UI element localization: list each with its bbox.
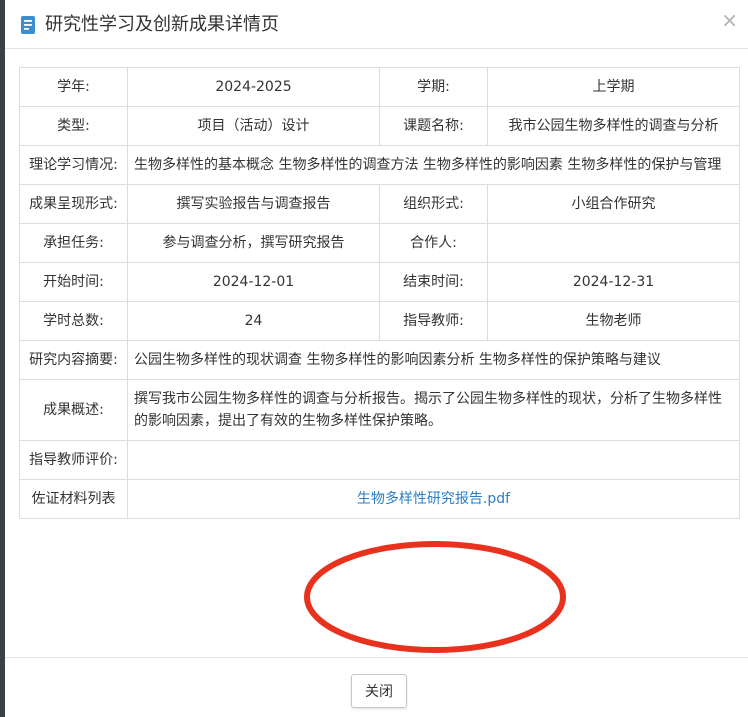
abstract-value: 公园生物多样性的现状调查 生物多样性的影响因素分析 生物多样性的保护策略与建议	[127, 340, 740, 380]
evidence-file-link[interactable]: 生物多样性研究报告.pdf	[357, 491, 510, 507]
dialog-header: 研究性学习及创新成果详情页 ×	[5, 0, 748, 49]
partner-label: 合作人:	[379, 223, 488, 263]
end-label: 结束时间:	[379, 262, 488, 302]
teacher-comment-value	[127, 440, 740, 480]
table-row: 理论学习情况: 生物多样性的基本概念 生物多样性的调查方法 生物多样性的影响因素…	[19, 145, 740, 185]
table-row: 类型: 项目（活动）设计 课题名称: 我市公园生物多样性的调查与分析	[19, 106, 740, 146]
hours-value: 24	[127, 301, 380, 341]
teacher-value: 生物老师	[487, 301, 740, 341]
start-label: 开始时间:	[19, 262, 128, 302]
school-year-label: 学年:	[19, 67, 128, 107]
topic-label: 课题名称:	[379, 106, 488, 146]
task-label: 承担任务:	[19, 223, 128, 263]
dialog-title: 研究性学习及创新成果详情页	[45, 14, 279, 35]
type-label: 类型:	[19, 106, 128, 146]
org-form-value: 小组合作研究	[487, 184, 740, 224]
theory-value: 生物多样性的基本概念 生物多样性的调查方法 生物多样性的影响因素 生物多样性的保…	[127, 145, 740, 185]
document-icon	[21, 16, 35, 34]
table-row: 学时总数: 24 指导教师: 生物老师	[19, 301, 740, 341]
result-form-label: 成果呈现形式:	[19, 184, 128, 224]
result-form-value: 撰写实验报告与调查报告	[127, 184, 380, 224]
task-value: 参与调查分析，撰写研究报告	[127, 223, 380, 263]
summary-value: 撰写我市公园生物多样性的调查与分析报告。揭示了公园生物多样性的现状，分析了生物多…	[127, 379, 740, 441]
table-row: 研究内容摘要: 公园生物多样性的现状调查 生物多样性的影响因素分析 生物多样性的…	[19, 340, 740, 380]
table-row: 学年: 2024-2025 学期: 上学期	[19, 67, 740, 107]
semester-label: 学期:	[379, 67, 488, 107]
summary-label: 成果概述:	[19, 379, 128, 441]
theory-label: 理论学习情况:	[19, 145, 128, 185]
detail-table: 学年: 2024-2025 学期: 上学期 类型: 项目（活动）设计 课题名称:…	[19, 67, 740, 519]
table-row: 成果呈现形式: 撰写实验报告与调查报告 组织形式: 小组合作研究	[19, 184, 740, 224]
partner-value	[487, 223, 740, 263]
table-row: 承担任务: 参与调查分析，撰写研究报告 合作人:	[19, 223, 740, 263]
table-row: 开始时间: 2024-12-01 结束时间: 2024-12-31	[19, 262, 740, 302]
close-icon[interactable]: ×	[721, 8, 738, 32]
table-row: 指导教师评价:	[19, 440, 740, 480]
teacher-label: 指导教师:	[379, 301, 488, 341]
org-form-label: 组织形式:	[379, 184, 488, 224]
abstract-label: 研究内容摘要:	[19, 340, 128, 380]
evidence-label: 佐证材料列表	[19, 479, 128, 519]
start-value: 2024-12-01	[127, 262, 380, 302]
type-value: 项目（活动）设计	[127, 106, 380, 146]
end-value: 2024-12-31	[487, 262, 740, 302]
topic-value: 我市公园生物多样性的调查与分析	[487, 106, 740, 146]
dialog-footer: 关闭	[5, 657, 748, 717]
school-year-value: 2024-2025	[127, 67, 380, 107]
evidence-cell: 生物多样性研究报告.pdf	[127, 479, 740, 519]
close-button[interactable]: 关闭	[351, 674, 407, 708]
dialog-body: 学年: 2024-2025 学期: 上学期 类型: 项目（活动）设计 课题名称:…	[5, 49, 748, 657]
table-row: 成果概述: 撰写我市公园生物多样性的调查与分析报告。揭示了公园生物多样性的现状，…	[19, 379, 740, 441]
teacher-comment-label: 指导教师评价:	[19, 440, 128, 480]
hours-label: 学时总数:	[19, 301, 128, 341]
semester-value: 上学期	[487, 67, 740, 107]
table-row: 佐证材料列表 生物多样性研究报告.pdf	[19, 479, 740, 519]
